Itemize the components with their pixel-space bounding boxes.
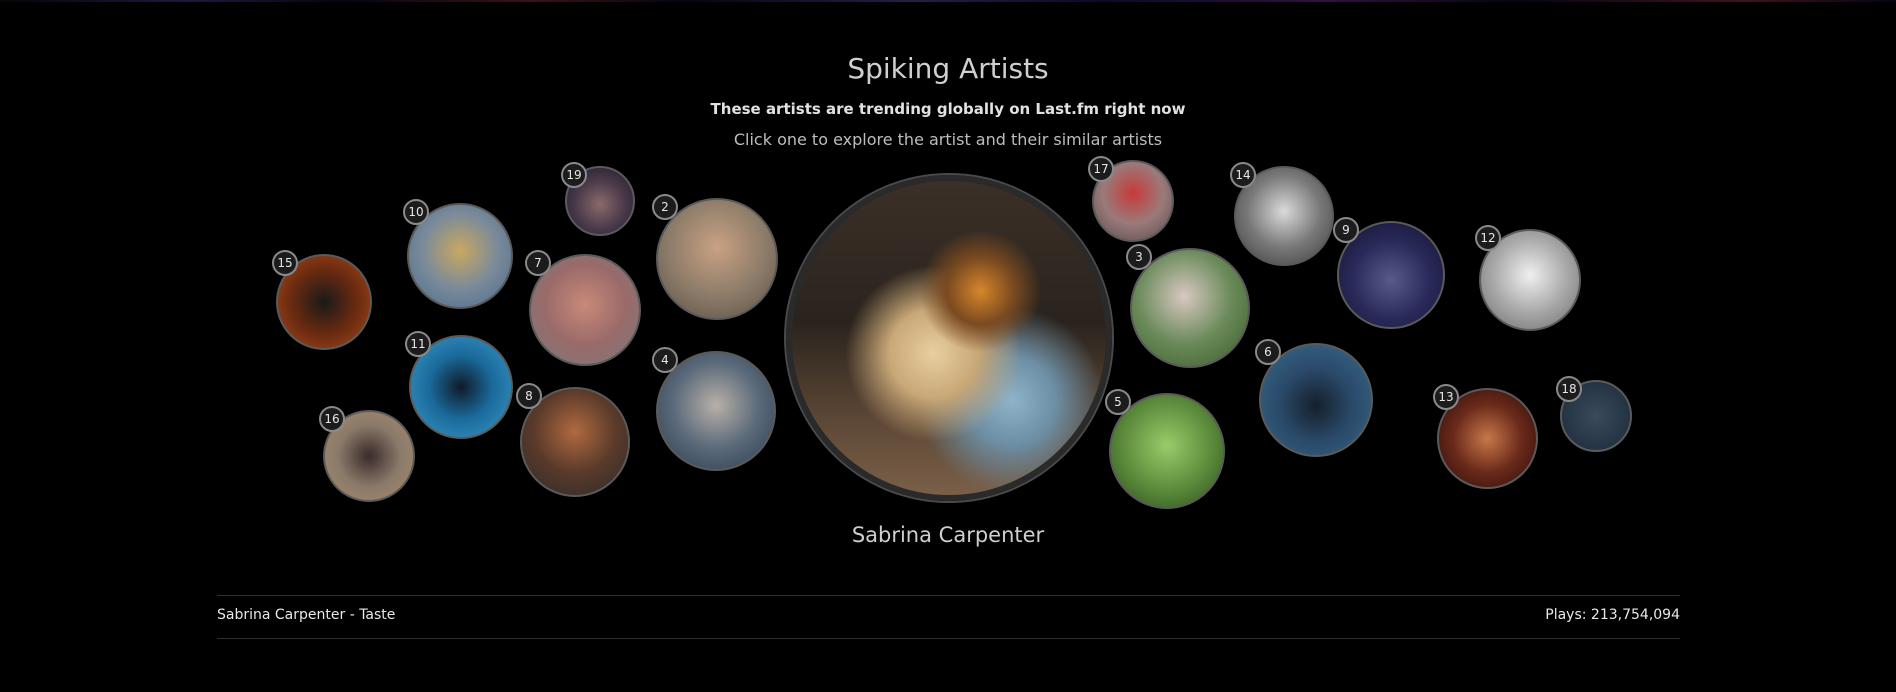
featured-artist-bubble[interactable] [786,175,1112,501]
divider-top [217,595,1680,596]
artist-bubble-17[interactable]: 17 [1088,156,1174,242]
rank-badge: 19 [561,162,587,188]
rank-badge: 7 [525,250,551,276]
rank-badge: 17 [1088,156,1114,182]
rank-badge: 18 [1556,376,1582,402]
plays-count: Plays: 213,754,094 [1545,607,1680,623]
artist-bubble-2[interactable]: 2 [652,194,778,320]
artist-bubble-6[interactable]: 6 [1255,339,1373,457]
rank-badge: 12 [1475,225,1501,251]
artist-bubble-5[interactable]: 5 [1105,389,1225,509]
rank-badge: 10 [403,199,429,225]
track-info: Sabrina Carpenter - Taste [217,607,396,623]
page-title: Spiking Artists [847,52,1049,85]
rank-badge: 2 [652,194,678,220]
featured-artist-name: Sabrina Carpenter [851,523,1045,547]
rank-badge: 3 [1126,244,1152,270]
divider-bottom [217,638,1680,639]
artist-bubble-12[interactable]: 12 [1475,225,1581,331]
artist-bubble-18[interactable]: 18 [1556,376,1632,452]
artist-bubble-9[interactable]: 9 [1333,217,1445,329]
artist-bubble-16[interactable]: 16 [319,406,415,502]
artist-bubble-11[interactable]: 11 [405,331,513,439]
artist-bubble-4[interactable]: 4 [652,347,776,471]
artist-bubble-13[interactable]: 13 [1433,384,1538,489]
artist-bubble-14[interactable]: 14 [1230,162,1334,266]
page: Spiking Artists These artists are trendi… [0,0,1896,692]
artist-bubble-10[interactable]: 10 [403,199,513,309]
rank-badge: 8 [516,383,542,409]
rank-badge: 16 [319,406,345,432]
artist-bubble-15[interactable]: 15 [272,250,372,350]
rank-badge: 13 [1433,384,1459,410]
rank-badge: 4 [652,347,678,373]
artist-bubble-7[interactable]: 7 [525,250,641,366]
page-subtitle: These artists are trending globally on L… [710,100,1186,118]
page-hint: Click one to explore the artist and thei… [733,130,1163,149]
rank-badge: 5 [1105,389,1131,415]
rank-badge: 6 [1255,339,1281,365]
rank-badge: 11 [405,331,431,357]
rank-badge: 15 [272,250,298,276]
top-accent-bar [0,0,1896,2]
rank-badge: 9 [1333,217,1359,243]
artist-bubble-19[interactable]: 19 [561,162,635,236]
rank-badge: 14 [1230,162,1256,188]
artist-bubble-3[interactable]: 3 [1126,244,1250,368]
artist-bubble-8[interactable]: 8 [516,383,630,497]
